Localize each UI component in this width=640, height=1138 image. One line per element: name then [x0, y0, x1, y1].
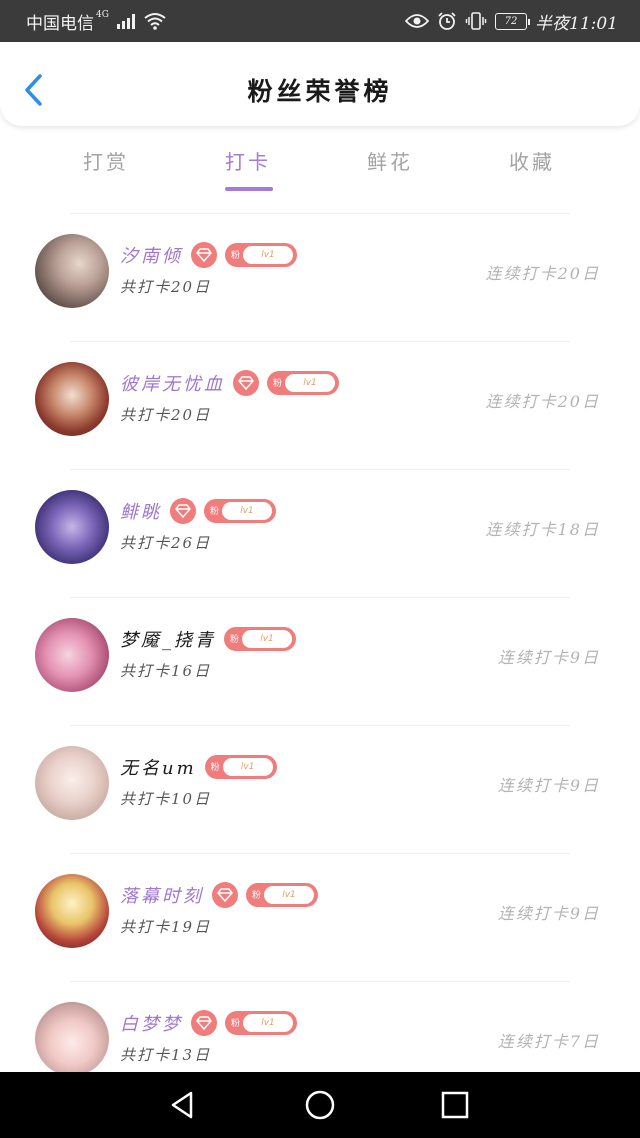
- total-checkins: 共打卡26日: [120, 534, 212, 552]
- tab-bar: 打赏 打卡 鲜花 收藏: [0, 140, 640, 196]
- avatar: [35, 234, 109, 308]
- avatar: [35, 362, 109, 436]
- total-checkins: 共打卡20日: [120, 278, 212, 296]
- user-name: 梦魇_挠青: [120, 630, 216, 651]
- diamond-icon: [191, 1010, 217, 1036]
- fan-level-badge: 粉 lv1: [225, 1011, 297, 1035]
- tab-checkin[interactable]: 打卡: [188, 146, 308, 175]
- avatar: [35, 1002, 109, 1076]
- diamond-icon: [170, 498, 196, 524]
- tab-flowers[interactable]: 鲜花: [330, 146, 450, 175]
- streak-checkins: 连续打卡20日: [485, 392, 600, 411]
- active-tab-indicator: [225, 187, 273, 191]
- fan-level-badge: 粉 lv1: [204, 499, 276, 523]
- list-item[interactable]: 落幕时刻 粉 lv1 共打卡19日 连续打卡9日: [0, 854, 640, 982]
- avatar: [35, 874, 109, 948]
- back-triangle-icon[interactable]: [166, 1088, 200, 1122]
- user-name: 无名um: [120, 758, 197, 779]
- user-name: 彼岸无忧血: [120, 374, 225, 395]
- diamond-icon: [233, 370, 259, 396]
- total-checkins: 共打卡16日: [120, 662, 212, 680]
- network-type: 4G: [96, 10, 109, 20]
- carrier-label: 中国电信: [26, 13, 94, 34]
- list-item[interactable]: 鲱眺 粉 lv1 共打卡26日 连续打卡18日: [0, 470, 640, 598]
- streak-checkins: 连续打卡9日: [497, 648, 600, 667]
- recent-apps-square-icon[interactable]: [438, 1088, 472, 1122]
- total-checkins: 共打卡10日: [120, 790, 212, 808]
- system-nav-bar: [0, 1072, 640, 1138]
- streak-checkins: 连续打卡20日: [485, 264, 600, 283]
- streak-checkins: 连续打卡7日: [497, 1032, 600, 1051]
- list-item[interactable]: 梦魇_挠青 粉 lv1 共打卡16日 连续打卡9日: [0, 598, 640, 726]
- streak-checkins: 连续打卡9日: [497, 904, 600, 923]
- fan-level-badge: 粉 lv1: [267, 371, 339, 395]
- vibrate-icon: [465, 12, 487, 30]
- alarm-icon: [438, 12, 456, 30]
- fan-level-badge: 粉 lv1: [224, 627, 296, 651]
- battery-icon: 72: [495, 12, 530, 30]
- avatar: [35, 490, 109, 564]
- user-name: 鲱眺: [120, 502, 162, 523]
- fan-level-badge: 粉 lv1: [246, 883, 318, 907]
- list-item[interactable]: 彼岸无忧血 粉 lv1 共打卡20日 连续打卡20日: [0, 342, 640, 470]
- eye-icon: [405, 14, 429, 28]
- tab-favorites[interactable]: 收藏: [472, 146, 592, 175]
- list-item[interactable]: 无名um 粉 lv1 共打卡10日 连续打卡9日: [0, 726, 640, 854]
- total-checkins: 共打卡13日: [120, 1046, 212, 1064]
- user-name: 汐南倾: [120, 246, 183, 267]
- tab-tip[interactable]: 打赏: [46, 146, 166, 175]
- home-circle-icon[interactable]: [303, 1088, 337, 1122]
- streak-checkins: 连续打卡18日: [485, 520, 600, 539]
- page-title: 粉丝荣誉榜: [247, 77, 393, 106]
- signal-icon: [116, 13, 135, 29]
- avatar: [35, 618, 109, 692]
- total-checkins: 共打卡20日: [120, 406, 212, 424]
- fan-level-badge: 粉 lv1: [204, 755, 277, 779]
- streak-checkins: 连续打卡9日: [497, 776, 600, 795]
- clock: 半夜11:01: [535, 13, 618, 34]
- header: 粉丝荣誉榜: [0, 42, 640, 126]
- status-bar: 中国电信 4G 72 半夜11:01: [0, 0, 640, 42]
- total-checkins: 共打卡19日: [120, 918, 212, 936]
- diamond-icon: [212, 882, 238, 908]
- user-name: 落幕时刻: [120, 886, 204, 907]
- fan-level-badge: 粉 lv1: [225, 243, 297, 267]
- avatar: [35, 746, 109, 820]
- list-item[interactable]: 汐南倾 粉 lv1 共打卡20日 连续打卡20日: [0, 214, 640, 342]
- wifi-icon: [144, 13, 166, 30]
- diamond-icon: [191, 242, 217, 268]
- user-name: 白梦梦: [120, 1014, 183, 1035]
